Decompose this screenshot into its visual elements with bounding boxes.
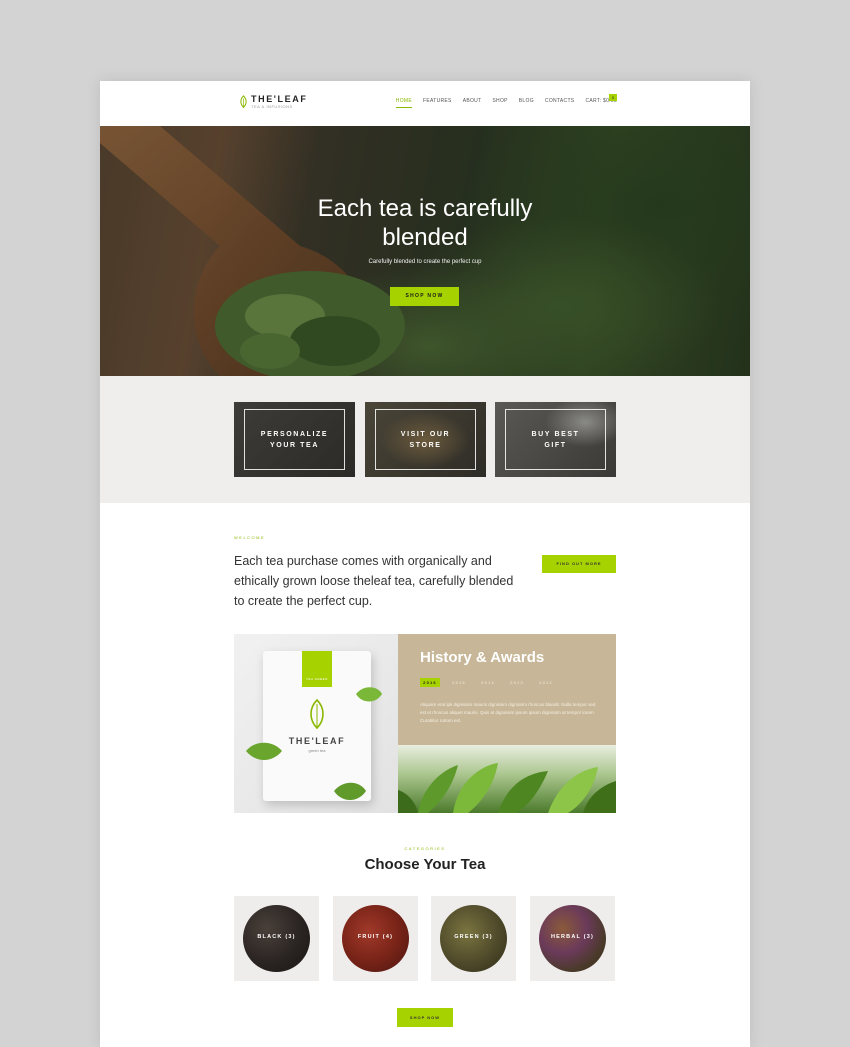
logo-title: THE'LEAF (251, 94, 308, 104)
page: THE'LEAF TEA & INFUSIONS HOME FEATURES A… (100, 81, 750, 1047)
feature-gift-label: BUY BEST GIFT (531, 430, 580, 449)
tea-card-green[interactable]: GREEN (3) (431, 896, 516, 981)
pouch-green-label (302, 651, 332, 687)
year-tab[interactable]: 2015 (449, 678, 469, 687)
flying-leaf-icon (334, 782, 366, 800)
tea-card-herbal[interactable]: HERBAL (3) (530, 896, 615, 981)
tea-label: FRUIT (4) (357, 934, 394, 940)
nav-about[interactable]: ABOUT (463, 98, 482, 104)
history-panel: History & Awards 2016 2015 2014 2013 201… (398, 634, 616, 745)
nav-blog[interactable]: BLOG (519, 98, 534, 104)
hero-title-line1: Each tea is carefully (317, 195, 533, 222)
feature-personalize-label: PERSONALIZE YOUR TEA (260, 430, 329, 449)
pouch-tag: TEA GREEN (306, 677, 328, 681)
feature-gift[interactable]: BUY BEST GIFT (495, 402, 616, 477)
tea-card-black[interactable]: BLACK (3) (234, 896, 319, 981)
tea-label: GREEN (3) (454, 934, 493, 940)
history-year-tabs: 2016 2015 2014 2013 2012 (420, 678, 556, 687)
cart-count-badge[interactable]: 0 (609, 94, 617, 101)
welcome-text: Each tea purchase comes with organically… (234, 554, 514, 608)
year-tab[interactable]: 2013 (507, 678, 527, 687)
shop-now-bottom-button[interactable]: SHOP NOW (397, 1008, 453, 1027)
history-section: TEA GREEN THE'LEAF green tea History & A… (234, 634, 616, 813)
logo-subtitle: TEA & INFUSIONS (251, 104, 293, 109)
tea-leaves-illustration (398, 763, 616, 813)
leaf-icon (310, 698, 324, 730)
logo[interactable]: THE'LEAF TEA & INFUSIONS (239, 94, 307, 110)
shop-now-button[interactable]: SHOP NOW (390, 287, 459, 306)
hero-subtitle: Carefully blended to create the perfect … (368, 259, 482, 265)
nav-shop[interactable]: SHOP (492, 98, 507, 104)
tea-label: HERBAL (3) (550, 934, 595, 940)
tea-pouch-image: TEA GREEN THE'LEAF green tea (234, 634, 398, 813)
year-tab[interactable]: 2014 (478, 678, 498, 687)
flying-leaf-icon (356, 687, 382, 702)
history-title: History & Awards (420, 649, 545, 666)
choose-title: Choose Your Tea (364, 856, 486, 873)
hero-title: Each tea is carefully blended (100, 194, 750, 252)
year-tab[interactable]: 2016 (420, 678, 440, 687)
tea-plants-image (398, 745, 616, 813)
features-section: PERSONALIZE YOUR TEA VISIT OUR STORE BUY… (100, 376, 750, 503)
hero-title-line2: blended (382, 224, 468, 251)
tea-label: BLACK (3) (257, 934, 296, 940)
categories-kicker: CATEGORIES (404, 846, 446, 851)
feature-store-label: VISIT OUR STORE (400, 430, 451, 449)
year-tab[interactable]: 2012 (536, 678, 556, 687)
leaf-logo-icon (240, 95, 247, 109)
find-out-more-button[interactable]: FIND OUT MORE (542, 555, 616, 573)
feature-store[interactable]: VISIT OUR STORE (365, 402, 486, 477)
nav-contacts[interactable]: CONTACTS (545, 98, 575, 104)
nav-home[interactable]: HOME (395, 98, 413, 108)
site-header: THE'LEAF TEA & INFUSIONS HOME FEATURES A… (100, 81, 750, 126)
history-copy: Aliquam erat ipk dignissim mauris dignis… (420, 702, 596, 723)
tea-card-fruit[interactable]: FRUIT (4) (333, 896, 418, 981)
hero-banner: Each tea is carefully blended Carefully … (100, 126, 750, 376)
nav-features[interactable]: FEATURES (423, 98, 452, 104)
welcome-kicker: WELCOME (234, 535, 266, 540)
flying-leaf-icon (246, 742, 282, 760)
main-nav: HOME FEATURES ABOUT SHOP BLOG CONTACTS C… (395, 98, 617, 108)
feature-personalize[interactable]: PERSONALIZE YOUR TEA (234, 402, 355, 477)
